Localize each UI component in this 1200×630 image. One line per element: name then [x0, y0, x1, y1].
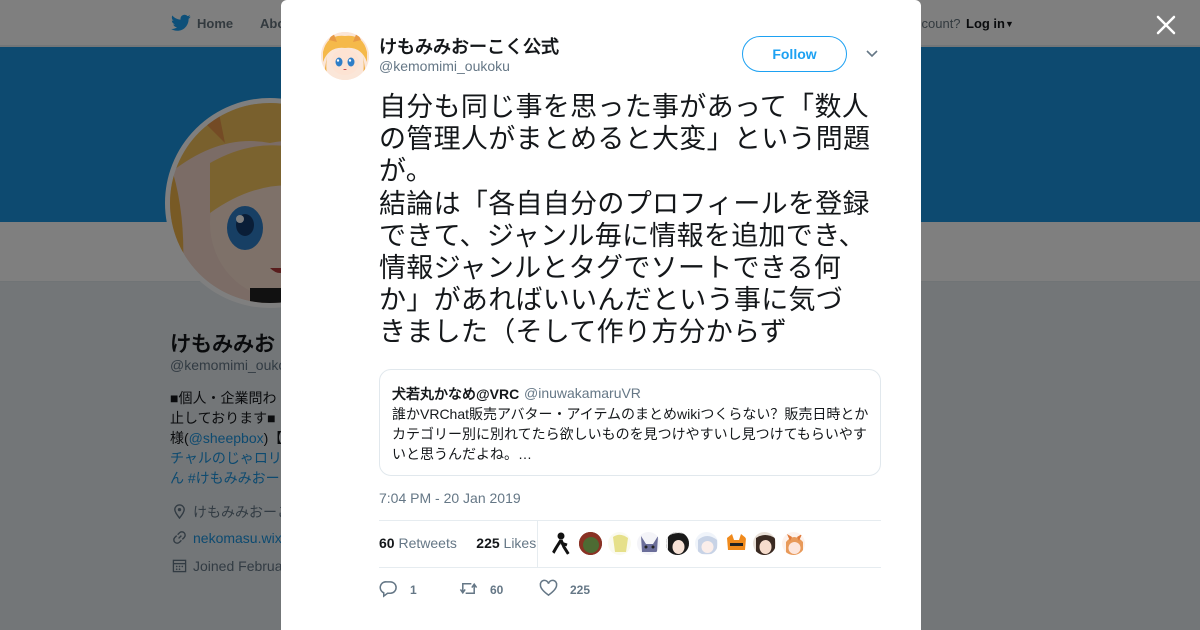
- liker-avatar-image: [550, 532, 571, 556]
- liker-avatar[interactable]: [607, 531, 632, 556]
- close-icon[interactable]: [1153, 12, 1179, 38]
- divider: [379, 520, 881, 521]
- author-name[interactable]: けもみみおーこく公式: [379, 33, 559, 59]
- liker-avatar[interactable]: [723, 531, 748, 556]
- retweet-action-count: 60: [490, 583, 504, 597]
- quoted-author-name: 犬若丸かなめ@VRC: [392, 386, 520, 402]
- liker-avatar[interactable]: [752, 531, 777, 556]
- tweet-stats: 60 Retweets 225 Likes: [379, 535, 536, 551]
- liker-avatar[interactable]: [665, 531, 690, 556]
- like-count: 225: [476, 535, 500, 551]
- liker-avatar-image: [782, 532, 805, 555]
- author-avatar[interactable]: [321, 32, 369, 80]
- liker-avatar[interactable]: [694, 531, 719, 556]
- liker-avatar-image: [608, 532, 631, 555]
- likes-label: Likes: [503, 535, 537, 551]
- retweet-button[interactable]: 60: [459, 579, 529, 599]
- liker-avatar[interactable]: [549, 531, 574, 556]
- liker-avatar-image: [724, 532, 747, 555]
- like-button[interactable]: 225: [539, 579, 619, 599]
- divider: [379, 567, 881, 568]
- liker-avatar-image: [666, 532, 689, 555]
- author-handle[interactable]: @kemomimi_oukoku: [379, 58, 510, 74]
- follow-button[interactable]: Follow: [742, 36, 847, 72]
- liker-avatar-image: [637, 532, 660, 555]
- quoted-author-handle: @inuwakamaruVR: [524, 385, 641, 401]
- stats-separator: [537, 521, 538, 567]
- like-action-count: 225: [570, 583, 591, 597]
- liker-avatar[interactable]: [781, 531, 806, 556]
- tweet-modal: けもみみおーこく公式 @kemomimi_oukoku Follow 自分も同じ…: [281, 0, 921, 630]
- quoted-tweet-text: 誰かVRChat販売アバター・アイテムのまとめwikiつくらない？販売日時とかカ…: [392, 406, 869, 462]
- liker-avatar-image: [695, 532, 718, 555]
- chevron-down-icon[interactable]: [865, 47, 879, 61]
- retweet-stat[interactable]: 60 Retweets: [379, 535, 457, 551]
- heart-icon: [539, 579, 558, 597]
- reply-icon: [379, 581, 397, 598]
- retweet-icon: [459, 582, 478, 595]
- tweet-text: 自分も同じ事を思った事があって「数人 の管理人がまとめると大変」という問題 が。…: [379, 92, 871, 349]
- retweet-count: 60: [379, 535, 395, 551]
- liker-avatar-image: [579, 532, 602, 555]
- author-avatar-image: [321, 32, 369, 80]
- liker-avatar-image: [753, 532, 776, 555]
- retweets-label: Retweets: [398, 535, 457, 551]
- like-stat[interactable]: 225 Likes: [476, 535, 536, 551]
- reply-button[interactable]: 1: [379, 579, 439, 599]
- liker-avatar[interactable]: [578, 531, 603, 556]
- reply-count: 1: [410, 583, 417, 597]
- liker-avatar[interactable]: [636, 531, 661, 556]
- tweet-timestamp[interactable]: 7:04 PM - 20 Jan 2019: [379, 490, 521, 506]
- quoted-tweet[interactable]: 犬若丸かなめ@VRC @inuwakamaruVR 誰かVRChat販売アバター…: [379, 369, 881, 476]
